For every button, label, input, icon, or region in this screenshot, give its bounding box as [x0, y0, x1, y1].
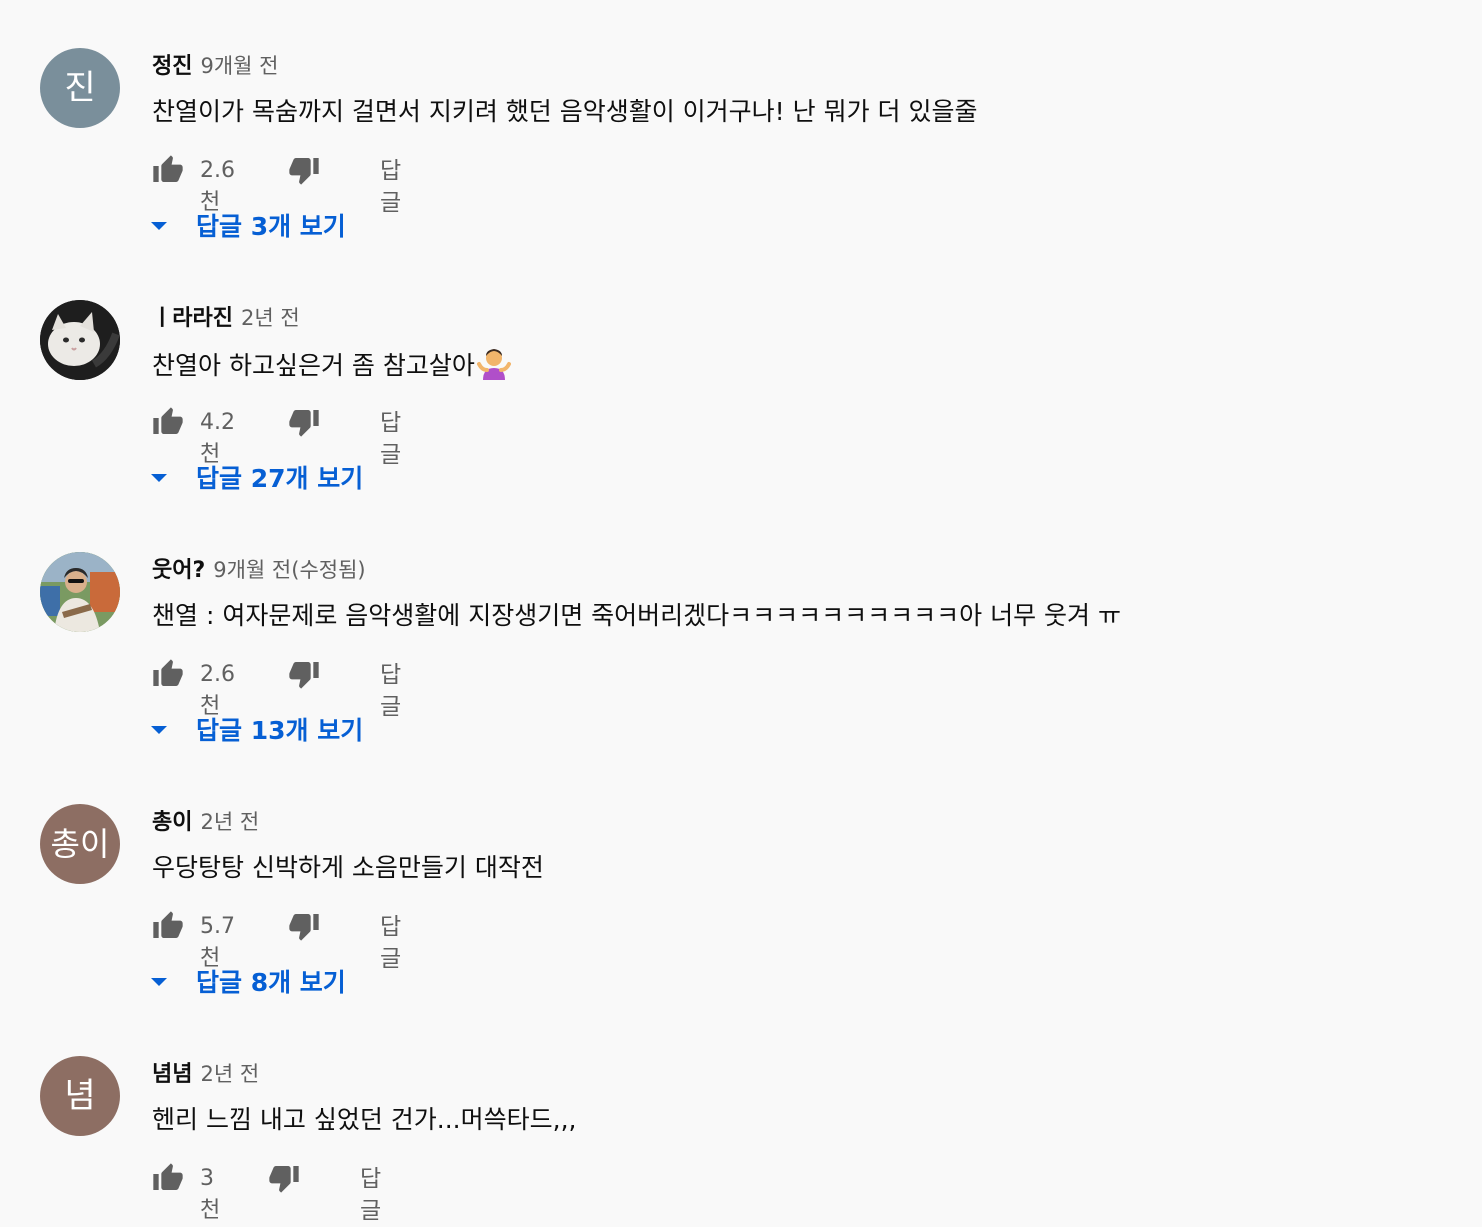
caret-down-icon: [151, 222, 167, 230]
comment-text: 우당탕탕 신박하게 소음만들기 대작전: [152, 853, 544, 882]
like-button[interactable]: [152, 1162, 184, 1196]
caret-down-icon: [151, 726, 167, 734]
person-shrugging-emoji: [476, 346, 511, 390]
comment-time[interactable]: 2년 전: [241, 306, 300, 330]
thumbs-up-icon: [153, 407, 183, 434]
comment-item: 념 념념 2년 전 헨리 느낌 내고 싶었던 건가...머쓱타드,,, 3천 답글: [0, 1008, 1482, 1224]
comment-text-content: 찬열아 하고싶은거 좀 참고살아: [152, 351, 475, 380]
dislike-button[interactable]: [268, 1162, 300, 1196]
like-button[interactable]: [152, 154, 184, 188]
reply-button[interactable]: 답글: [380, 407, 401, 471]
comment-item: 총이 총이 2년 전 우당탕탕 신박하게 소음만들기 대작전 5.7천 답글 답글…: [0, 756, 1482, 1008]
like-button[interactable]: [152, 910, 184, 944]
dislike-button[interactable]: [288, 658, 320, 692]
thumbs-down-icon: [289, 662, 319, 689]
comment-text: 헨리 느낌 내고 싶었던 건가...머쓱타드,,,: [152, 1105, 577, 1134]
view-replies-label: 답글 8개 보기: [196, 968, 346, 997]
view-replies-label: 답글 27개 보기: [196, 464, 364, 493]
caret-down-icon: [151, 474, 167, 482]
caret-down-icon: [151, 978, 167, 986]
comment-header: 총이 2년 전: [152, 804, 259, 836]
thumbs-up-icon: [153, 1163, 183, 1190]
author-name[interactable]: 념념: [152, 1062, 192, 1087]
reply-button[interactable]: 답글: [380, 911, 401, 975]
comment-text: 찬열이가 목숨까지 걸면서 지키려 했던 음악생활이 이거구나! 난 뭐가 더 …: [152, 97, 978, 126]
author-name[interactable]: 총이: [152, 810, 192, 835]
reply-button[interactable]: 답글: [380, 155, 401, 219]
author-name[interactable]: 웃어?: [152, 558, 205, 583]
comment-text: 찬열아 하고싶은거 좀 참고살아: [152, 346, 511, 390]
comment-header: 정진 9개월 전: [152, 48, 278, 80]
avatar[interactable]: 총이: [40, 804, 120, 884]
avatar[interactable]: 진: [40, 48, 120, 128]
author-name[interactable]: ㅣ라라진: [152, 306, 233, 331]
thumbs-down-icon: [289, 914, 319, 941]
comment-item: 진 정진 9개월 전 찬열이가 목숨까지 걸면서 지키려 했던 음악생활이 이거구…: [0, 0, 1482, 252]
comment-time[interactable]: 9개월 전(수정됨): [213, 558, 365, 582]
comments-list: 진 정진 9개월 전 찬열이가 목숨까지 걸면서 지키려 했던 음악생활이 이거구…: [0, 0, 1482, 1224]
like-button[interactable]: [152, 658, 184, 692]
cat-photo-avatar[interactable]: [40, 300, 120, 380]
comment-time[interactable]: 2년 전: [200, 1062, 259, 1086]
person-photo-avatar[interactable]: [40, 552, 120, 632]
dislike-button[interactable]: [288, 910, 320, 944]
comment-item: ㅣ라라진 2년 전 찬열아 하고싶은거 좀 참고살아 4.2천 답글 답글 27개: [0, 252, 1482, 504]
like-count: 3천: [200, 1166, 221, 1223]
dislike-button[interactable]: [288, 406, 320, 440]
comment-header: 웃어? 9개월 전(수정됨): [152, 552, 366, 584]
comment-header: ㅣ라라진 2년 전: [152, 300, 300, 332]
comment-header: 념념 2년 전: [152, 1056, 259, 1088]
view-replies-label: 답글 3개 보기: [196, 212, 346, 241]
thumbs-up-icon: [153, 155, 183, 182]
view-replies-label: 답글 13개 보기: [196, 716, 364, 745]
comment-time[interactable]: 9개월 전: [200, 54, 278, 78]
comment-time[interactable]: 2년 전: [200, 810, 259, 834]
thumbs-down-icon: [289, 158, 319, 185]
dislike-button[interactable]: [288, 154, 320, 188]
comment-text: 챈열 : 여자문제로 음악생활에 지장생기면 죽어버리겠다ㅋㅋㅋㅋㅋㅋㅋㅋㅋㅋ아…: [152, 601, 1122, 630]
reply-button[interactable]: 답글: [360, 1163, 381, 1227]
thumbs-up-icon: [153, 911, 183, 938]
thumbs-down-icon: [269, 1166, 299, 1193]
thumbs-up-icon: [153, 659, 183, 686]
comment-item: 웃어? 9개월 전(수정됨) 챈열 : 여자문제로 음악생활에 지장생기면 죽어버…: [0, 504, 1482, 756]
thumbs-down-icon: [289, 410, 319, 437]
reply-button[interactable]: 답글: [380, 659, 401, 723]
author-name[interactable]: 정진: [152, 54, 192, 79]
like-button[interactable]: [152, 406, 184, 440]
avatar[interactable]: 념: [40, 1056, 120, 1136]
